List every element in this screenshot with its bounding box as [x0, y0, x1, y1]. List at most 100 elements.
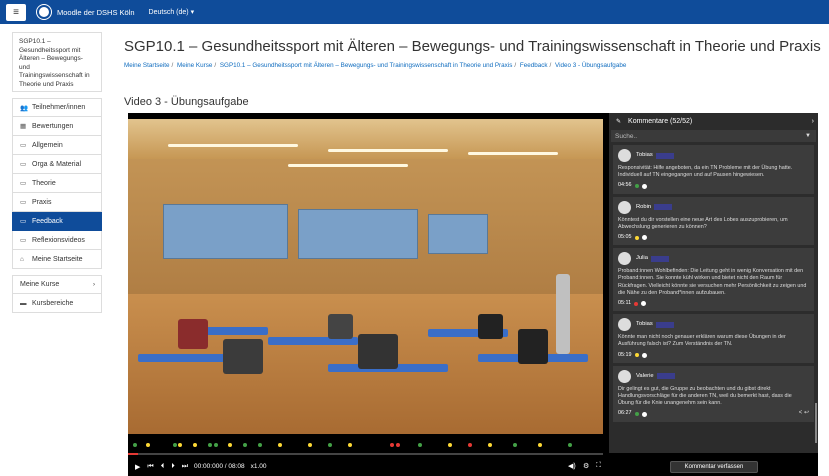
skip-forward-icon[interactable]: ⏭ — [182, 463, 188, 471]
skip-back-icon[interactable]: ⏮ — [147, 463, 153, 471]
comment-author: Tobias — [636, 151, 653, 158]
fullscreen-icon[interactable]: ⛶ — [596, 462, 601, 470]
eye-icon — [641, 301, 647, 307]
sidebar: SGP10.1 – Gesundheitssport mit Älteren –… — [12, 32, 102, 313]
redacted-name — [654, 204, 673, 211]
status-dot — [634, 235, 639, 240]
comment-text: Dir gelingt es gut, die Gruppe zu beobac… — [618, 385, 792, 407]
step-back-icon[interactable]: ⏴ — [161, 463, 165, 471]
sidebar-item-label: Praxis — [32, 198, 52, 206]
comment-author: Valerie — [636, 372, 654, 379]
sidebar-item-reflection-videos[interactable]: ▭ Reflexionsvideos — [12, 231, 102, 250]
search-placeholder: Suche.. — [615, 132, 638, 140]
redacted-name — [650, 255, 669, 262]
sidebar-item-label: Feedback — [32, 217, 63, 225]
comment-text: Könnte man nicht noch genauer erklären w… — [618, 334, 786, 348]
comment-author: Julia — [636, 255, 648, 262]
filter-icon[interactable]: ▼ — [805, 133, 811, 139]
video-frame[interactable] — [128, 119, 603, 434]
sidebar-item-orga[interactable]: ▭ Orga & Material — [12, 155, 102, 174]
folder-icon: ▭ — [20, 237, 27, 244]
page-title: SGP10.1 – Gesundheitssport mit Älteren –… — [124, 38, 821, 55]
comment-item[interactable]: Valerie Dir gelingt es gut, die Gruppe z… — [613, 365, 814, 422]
comment-text: Proband:innen Wohlbefinden: Die Leitung … — [618, 268, 807, 296]
sidebar-item-home[interactable]: ⌂ Meine Startseite — [12, 250, 102, 269]
settings-icon[interactable]: ⚙ — [583, 462, 589, 470]
folder-icon: ▭ — [20, 199, 27, 206]
folder-icon: ▭ — [20, 161, 27, 168]
sidebar-item-label: Theorie — [32, 179, 56, 187]
sidebar-item-label: Teilnehmer/innen — [32, 104, 86, 111]
folder-icon: ▭ — [20, 142, 27, 149]
top-navbar: ≡ Moodle der DSHS Köln Deutsch (de) ▾ — [0, 0, 829, 24]
sidebar-item-theory[interactable]: ▭ Theorie — [12, 174, 102, 193]
chevron-right-icon: › — [93, 281, 95, 288]
comment-time[interactable]: 06:27 — [618, 410, 632, 417]
progress-fill — [128, 453, 138, 455]
comment-item[interactable]: Tobias Könnte man nicht noch genauer erk… — [613, 314, 814, 363]
video-player: ▶ ⏮ ⏴ ⏵ ⏭ 00:00:000 / 08:08 x1.00 ◀) ⚙ ⛶… — [128, 113, 818, 476]
page-header: SGP10.1 – Gesundheitssport mit Älteren –… — [113, 32, 829, 69]
table-icon: ▦ — [20, 123, 27, 130]
breadcrumb-item[interactable]: Meine Kurse — [177, 62, 212, 69]
sidebar-item-practice[interactable]: ▭ Praxis — [12, 193, 102, 212]
sidebar-item-participants[interactable]: 👥 Teilnehmer/innen — [12, 98, 102, 117]
sidebar-item-label: Orga & Material — [32, 160, 82, 168]
share-icon[interactable]: < ↩ — [799, 410, 809, 417]
comment-time[interactable]: 04:56 — [618, 182, 632, 189]
comment-item[interactable]: Robin Könntest du dir vorstellen eine ne… — [613, 196, 814, 246]
comment-item[interactable]: Tobias Responsivität: Hilfe angeboten, d… — [613, 145, 814, 194]
comments-title: Kommentare (52/52) — [628, 118, 693, 125]
volume-icon[interactable]: ◀) — [568, 462, 576, 470]
chevron-right-icon[interactable]: › — [812, 118, 814, 125]
progress-bar[interactable] — [128, 453, 603, 455]
write-comment-button[interactable]: Kommentar verfassen — [670, 461, 758, 473]
breadcrumb-item[interactable]: SGP10.1 – Gesundheitssport mit Älteren –… — [220, 62, 513, 69]
users-icon: 👥 — [20, 104, 29, 112]
redacted-name — [655, 321, 674, 328]
breadcrumb-item[interactable]: Meine Startseite — [124, 62, 170, 69]
avatar — [618, 149, 631, 162]
comments-header: ✎ Kommentare (52/52) › — [609, 113, 818, 130]
comment-item[interactable]: Julia Proband:innen Wohlbefinden: Die Le… — [613, 248, 814, 312]
time-display: 00:00:000 / 08:08 — [194, 463, 245, 470]
sidebar-item-label: Bewertungen — [32, 122, 74, 130]
sidebar-course-link[interactable]: SGP10.1 – Gesundheitssport mit Älteren –… — [12, 32, 102, 92]
comment-search-input[interactable]: Suche.. ▼ — [611, 130, 816, 142]
comment-author: Tobias — [636, 321, 653, 328]
sidebar-item-grades[interactable]: ▦ Bewertungen — [12, 117, 102, 136]
sidebar-item-course-categories[interactable]: ▬ Kursbereiche — [12, 294, 102, 313]
sidebar-item-my-courses[interactable]: Meine Kurse › — [12, 275, 102, 294]
play-icon[interactable]: ▶ — [135, 463, 140, 471]
redacted-name — [655, 152, 674, 159]
breadcrumb: Meine Startseite / Meine Kurse / SGP10.1 –… — [124, 62, 627, 69]
home-icon: ⌂ — [20, 255, 24, 263]
sidebar-item-feedback[interactable]: ▭ Feedback — [12, 212, 102, 231]
sidebar-item-label: Allgemein — [32, 141, 63, 149]
status-dot — [634, 412, 639, 417]
comments-scrollbar[interactable] — [815, 403, 817, 443]
comment-time[interactable]: 05:19 — [618, 352, 632, 359]
comment-text: Könntest du dir vorstellen eine neue Art… — [618, 216, 788, 230]
moodle-logo-icon[interactable] — [36, 4, 52, 20]
status-dot — [634, 353, 639, 358]
eye-icon — [641, 235, 647, 241]
pencil-icon[interactable]: ✎ — [616, 118, 621, 125]
playback-rate[interactable]: x1.00 — [251, 463, 267, 470]
section-title: Video 3 - Übungsaufgabe — [124, 96, 249, 108]
sidebar-item-label: Kursbereiche — [32, 299, 74, 307]
breadcrumb-item[interactable]: Feedback — [520, 62, 548, 69]
comment-time[interactable]: 05:11 — [618, 300, 631, 307]
hamburger-icon[interactable]: ≡ — [6, 3, 26, 21]
avatar — [618, 200, 631, 214]
breadcrumb-item[interactable]: Video 3 - Übungsaufgabe — [555, 62, 626, 69]
language-menu[interactable]: Deutsch (de) ▾ — [149, 8, 195, 16]
site-title[interactable]: Moodle der DSHS Köln — [57, 8, 135, 17]
comment-timeline[interactable] — [128, 441, 603, 451]
redacted-name — [656, 373, 675, 380]
avatar — [618, 252, 631, 266]
comments-panel: ✎ Kommentare (52/52) › Suche.. ▼ Tobias … — [609, 113, 818, 453]
step-forward-icon[interactable]: ⏵ — [171, 463, 175, 471]
sidebar-item-general[interactable]: ▭ Allgemein — [12, 136, 102, 155]
comment-time[interactable]: 05:05 — [618, 234, 632, 241]
